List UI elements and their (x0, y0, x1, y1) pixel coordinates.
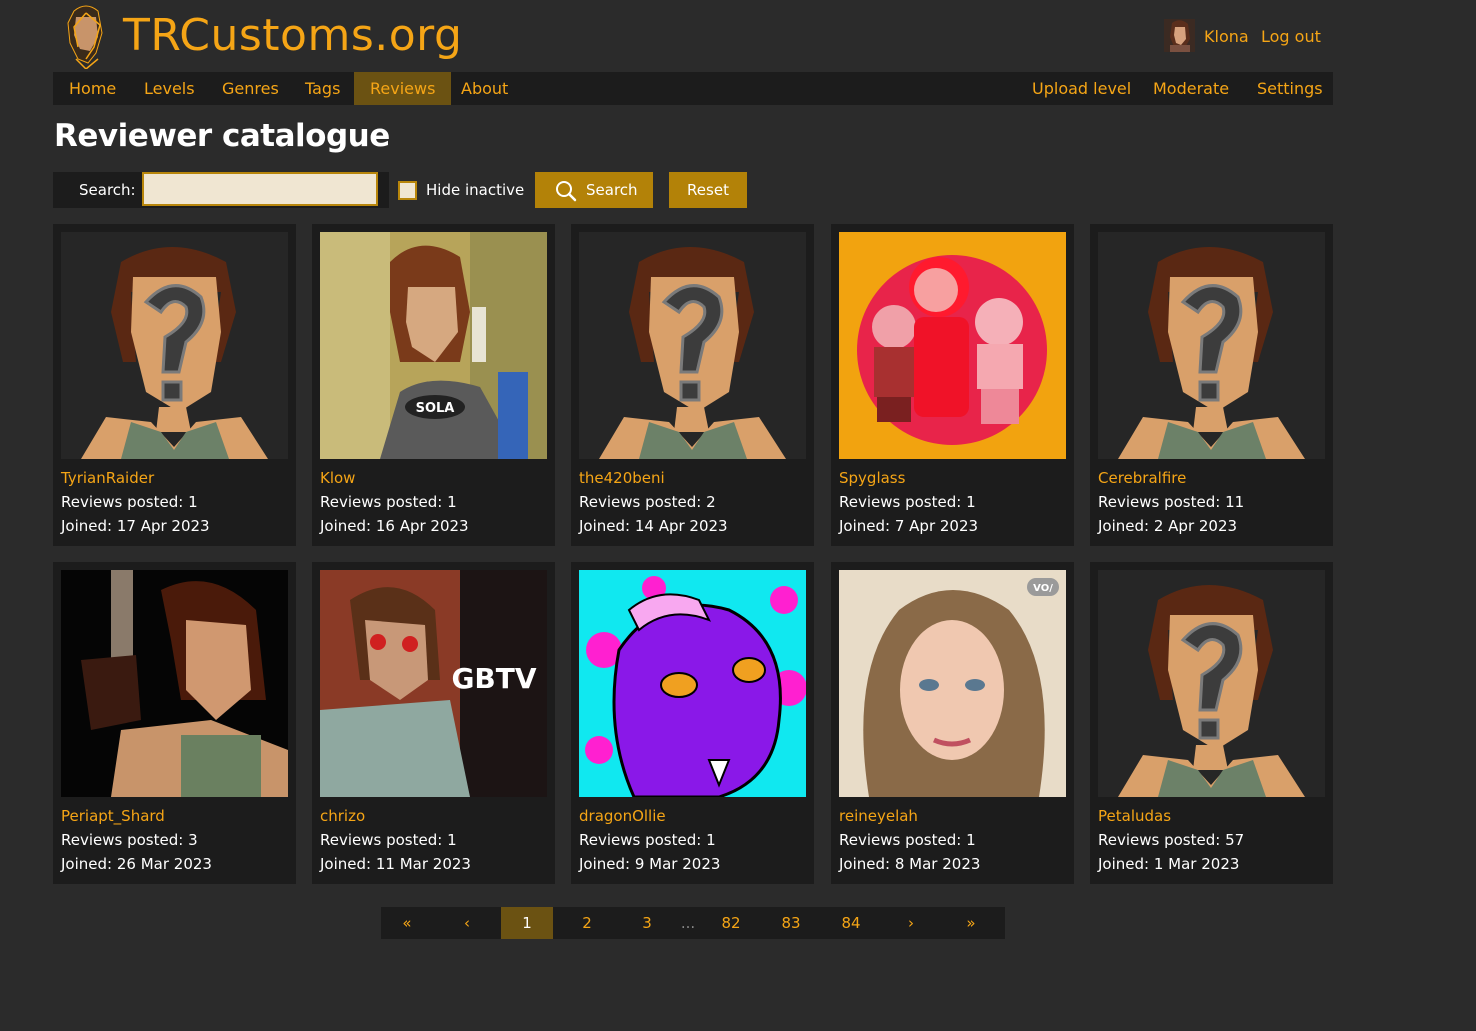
search-button[interactable]: Search (535, 172, 653, 208)
prev-page-button[interactable]: ‹ (441, 907, 493, 939)
woman-portrait-avatar[interactable]: VO/ (839, 570, 1066, 797)
reviewer-name[interactable]: the420beni (579, 469, 665, 487)
joined-date: Joined: 8 Mar 2023 (839, 855, 981, 873)
cartoon-kids-avatar[interactable] (839, 232, 1066, 459)
sola-logo-text: SOLA (416, 401, 455, 416)
reviewer-card: dragonOllie Reviews posted: 1 Joined: 9 … (571, 562, 814, 884)
reviews-posted: Reviews posted: 3 (61, 831, 198, 849)
joined-date: Joined: 9 Mar 2023 (579, 855, 721, 873)
nav-genres[interactable]: Genres (206, 72, 295, 105)
reviews-posted: Reviews posted: 1 (61, 493, 198, 511)
logout-link[interactable]: Log out (1261, 27, 1321, 46)
search-button-label: Search (586, 181, 638, 199)
hide-inactive-checkbox[interactable] (398, 181, 417, 200)
reviewer-name[interactable]: dragonOllie (579, 807, 666, 825)
reviewer-card: Periapt_Shard Reviews posted: 3 Joined: … (53, 562, 296, 884)
first-page-button[interactable]: « (381, 907, 433, 939)
reset-button[interactable]: Reset (669, 172, 747, 208)
reviews-posted: Reviews posted: 1 (320, 831, 457, 849)
reviews-posted: Reviews posted: 1 (839, 831, 976, 849)
nav-levels[interactable]: Levels (128, 72, 211, 105)
pagination-ellipsis: ... (680, 914, 696, 932)
nav-reviews[interactable]: Reviews (354, 72, 452, 105)
nav-tags[interactable]: Tags (289, 72, 356, 105)
joined-date: Joined: 2 Apr 2023 (1098, 517, 1238, 535)
purple-dragon-avatar[interactable] (579, 570, 806, 797)
page-title: Reviewer catalogue (54, 118, 390, 154)
pagination: « ‹ 1 2 3 ... 82 83 84 › » (381, 907, 1005, 939)
reviewer-name[interactable]: reineyelah (839, 807, 918, 825)
search-input[interactable] (142, 172, 378, 206)
page-button-2[interactable]: 2 (561, 907, 613, 939)
reviews-posted: Reviews posted: 11 (1098, 493, 1245, 511)
nav-home[interactable]: Home (53, 72, 132, 105)
reviewer-card: TyrianRaider Reviews posted: 1 Joined: 1… (53, 224, 296, 546)
reviewer-card: Spyglass Reviews posted: 1 Joined: 7 Apr… (831, 224, 1074, 546)
nav-moderate[interactable]: Moderate (1137, 72, 1245, 105)
lara-wetsuit-avatar[interactable]: SOLA (320, 232, 547, 459)
default-avatar[interactable] (1098, 570, 1325, 797)
reviewer-name[interactable]: Spyglass (839, 469, 905, 487)
site-logo-icon[interactable] (62, 3, 108, 71)
hide-inactive-label[interactable]: Hide inactive (426, 181, 524, 199)
reviews-posted: Reviews posted: 1 (320, 493, 457, 511)
reviewer-card: the420beni Reviews posted: 2 Joined: 14 … (571, 224, 814, 546)
main-nav: Home Levels Genres Tags Reviews About Up… (53, 72, 1333, 105)
default-avatar[interactable] (579, 232, 806, 459)
reviewer-card: Petaludas Reviews posted: 57 Joined: 1 M… (1090, 562, 1333, 884)
joined-date: Joined: 11 Mar 2023 (320, 855, 471, 873)
reviewer-name[interactable]: Cerebralfire (1098, 469, 1186, 487)
joined-date: Joined: 7 Apr 2023 (839, 517, 979, 535)
default-avatar[interactable] (1098, 232, 1325, 459)
user-avatar[interactable] (1164, 19, 1195, 52)
reviewer-card: Cerebralfire Reviews posted: 11 Joined: … (1090, 224, 1333, 546)
joined-date: Joined: 1 Mar 2023 (1098, 855, 1240, 873)
page: TRCustoms.org Klona Log out Home Levels … (0, 0, 1476, 1031)
reviewer-name[interactable]: TyrianRaider (61, 469, 154, 487)
reviews-posted: Reviews posted: 1 (579, 831, 716, 849)
reviewer-name[interactable]: Petaludas (1098, 807, 1171, 825)
page-button-3[interactable]: 3 (621, 907, 673, 939)
default-avatar[interactable] (61, 232, 288, 459)
gbtv-logo-text: GBTV (451, 662, 536, 695)
reviewer-card: SOLA Klow Reviews posted: 1 Joined: 16 A… (312, 224, 555, 546)
reviewer-name[interactable]: chrizo (320, 807, 365, 825)
reviews-posted: Reviews posted: 1 (839, 493, 976, 511)
lara-gbtv-avatar[interactable]: GBTV (320, 570, 547, 797)
search-label: Search: (79, 181, 136, 199)
reviewer-name[interactable]: Periapt_Shard (61, 807, 165, 825)
page-button-83[interactable]: 83 (765, 907, 817, 939)
nav-about[interactable]: About (445, 72, 524, 105)
joined-date: Joined: 14 Apr 2023 (579, 517, 728, 535)
joined-date: Joined: 26 Mar 2023 (61, 855, 212, 873)
reviews-posted: Reviews posted: 57 (1098, 831, 1245, 849)
reviewer-name[interactable]: Klow (320, 469, 355, 487)
joined-date: Joined: 16 Apr 2023 (320, 517, 469, 535)
page-button-1[interactable]: 1 (501, 907, 553, 939)
reviews-posted: Reviews posted: 2 (579, 493, 716, 511)
page-button-82[interactable]: 82 (705, 907, 757, 939)
nav-settings[interactable]: Settings (1241, 72, 1339, 105)
nav-upload-level[interactable]: Upload level (1016, 72, 1147, 105)
lara-pistol-avatar[interactable] (61, 570, 288, 797)
site-title[interactable]: TRCustoms.org (123, 8, 462, 64)
page-button-84[interactable]: 84 (825, 907, 877, 939)
reviewer-card: GBTV chrizo Reviews posted: 1 Joined: 11… (312, 562, 555, 884)
reviewer-card: VO/ reineyelah Reviews posted: 1 Joined:… (831, 562, 1074, 884)
last-page-button[interactable]: » (945, 907, 997, 939)
portrait-badge-text: VO/ (1033, 583, 1053, 594)
search-panel: Search: (53, 172, 389, 208)
joined-date: Joined: 17 Apr 2023 (61, 517, 210, 535)
next-page-button[interactable]: › (885, 907, 937, 939)
search-icon (556, 181, 577, 202)
user-profile-link[interactable]: Klona (1204, 27, 1249, 46)
